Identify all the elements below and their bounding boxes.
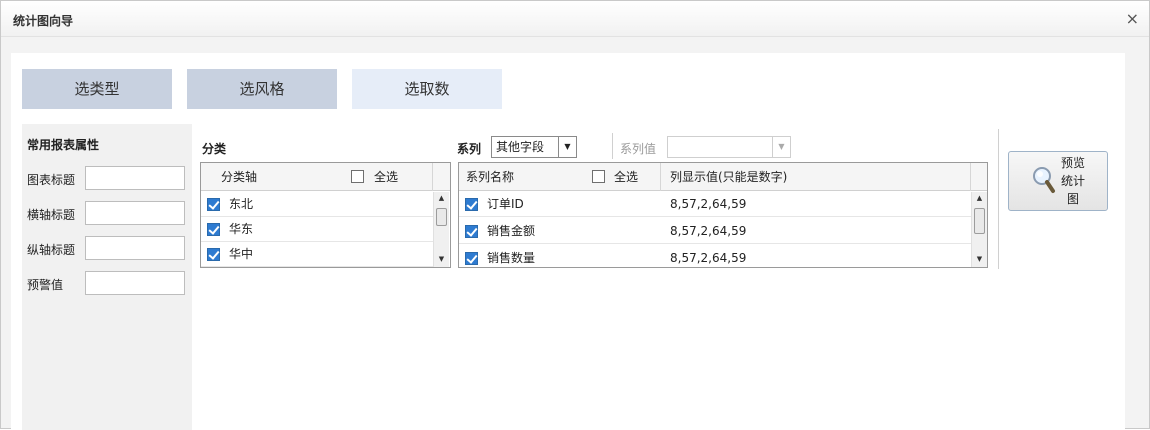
- wizard-content: 选类型 选风格 选取数 常用报表属性 图表标题 横轴标题 纵轴标题 预警值 分类…: [11, 53, 1125, 430]
- series-values: 8,57,2,64,59: [670, 251, 747, 265]
- row-checkbox[interactable]: [465, 198, 478, 211]
- category-name: 华东: [229, 222, 254, 236]
- y-axis-title-label: 纵轴标题: [27, 243, 76, 257]
- category-scrollbar[interactable]: ▲ ▼: [433, 192, 449, 267]
- series-value-select: ▼: [667, 136, 791, 158]
- scroll-up-icon[interactable]: ▲: [972, 192, 987, 204]
- scroll-down-icon[interactable]: ▼: [434, 253, 449, 265]
- magnifier-icon: [1031, 165, 1057, 195]
- category-header-cell: 分类轴 全选: [201, 163, 433, 191]
- step-select-type-button[interactable]: 选类型: [22, 69, 172, 109]
- row-checkbox[interactable]: [207, 198, 220, 211]
- warning-value-label: 预警值: [27, 278, 64, 292]
- preview-label-line2: 统计: [1060, 174, 1085, 188]
- preview-chart-button[interactable]: 预览 统计 图: [1008, 151, 1108, 211]
- warning-value-input[interactable]: [85, 271, 185, 295]
- chart-title-row: 图表标题: [27, 166, 187, 192]
- x-axis-title-row: 横轴标题: [27, 201, 187, 227]
- properties-heading: 常用报表属性: [27, 138, 100, 152]
- row-checkbox[interactable]: [465, 252, 478, 265]
- category-name: 华中: [229, 247, 254, 261]
- chart-title-label: 图表标题: [27, 173, 76, 187]
- chart-title-input[interactable]: [85, 166, 185, 190]
- x-axis-title-label: 横轴标题: [27, 208, 76, 222]
- series-name: 订单ID: [487, 197, 524, 211]
- series-value-label: 系列值: [620, 142, 657, 156]
- table-row[interactable]: 订单ID 8,57,2,64,59: [459, 192, 971, 217]
- y-axis-title-input[interactable]: [85, 236, 185, 260]
- report-properties-panel: 常用报表属性 图表标题 横轴标题 纵轴标题 预警值: [22, 124, 192, 430]
- row-checkbox[interactable]: [207, 248, 220, 261]
- category-name: 东北: [229, 197, 254, 211]
- title-bar: 统计图向导 ×: [1, 1, 1149, 37]
- row-checkbox[interactable]: [465, 225, 478, 238]
- table-row[interactable]: 销售金额 8,57,2,64,59: [459, 219, 971, 244]
- series-select-all-checkbox[interactable]: [592, 170, 605, 183]
- preview-button-label: 预览 统计 图: [1059, 154, 1087, 208]
- series-name: 销售数量: [487, 251, 536, 265]
- series-field-select-value: 其他字段: [496, 140, 545, 154]
- warning-value-row: 预警值: [27, 271, 187, 297]
- category-select-all-checkbox[interactable]: [351, 170, 364, 183]
- series-values-header: 列显示值(只能是数字): [670, 170, 788, 184]
- category-grid: 分类轴 全选 东北 华东 华中 ▲ ▼: [200, 162, 451, 268]
- list-item[interactable]: 华中: [201, 242, 433, 267]
- step-select-data-button[interactable]: 选取数: [352, 69, 502, 109]
- category-select-all-label: 全选: [374, 170, 399, 184]
- row-checkbox[interactable]: [207, 223, 220, 236]
- scroll-thumb[interactable]: [974, 208, 985, 234]
- scroll-up-icon[interactable]: ▲: [434, 192, 449, 204]
- table-row[interactable]: 销售数量 8,57,2,64,59: [459, 246, 971, 267]
- dialog-title: 统计图向导: [13, 14, 74, 28]
- list-item[interactable]: 华东: [201, 217, 433, 242]
- series-values-header-cell: 列显示值(只能是数字): [661, 163, 971, 191]
- x-axis-title-input[interactable]: [85, 201, 185, 225]
- step-select-style-button[interactable]: 选风格: [187, 69, 337, 109]
- scroll-down-icon[interactable]: ▼: [972, 253, 987, 265]
- divider: [612, 133, 613, 159]
- chevron-down-icon[interactable]: ▼: [558, 137, 576, 157]
- close-icon[interactable]: ×: [1126, 10, 1139, 28]
- preview-label-line1: 预览: [1060, 156, 1085, 170]
- y-axis-title-row: 纵轴标题: [27, 236, 187, 262]
- series-grid-header: 系列名称 全选 列显示值(只能是数字): [459, 163, 987, 191]
- category-grid-header: 分类轴 全选: [201, 163, 450, 191]
- series-field-select[interactable]: 其他字段 ▼: [491, 136, 577, 158]
- category-axis-header: 分类轴: [221, 170, 258, 184]
- series-label: 系列: [457, 142, 482, 156]
- category-label: 分类: [202, 142, 227, 156]
- series-scrollbar[interactable]: ▲ ▼: [971, 192, 987, 267]
- scroll-thumb[interactable]: [436, 208, 447, 226]
- series-grid: 系列名称 全选 列显示值(只能是数字) 订单ID 8,57,2,64,59 销售…: [458, 162, 988, 268]
- series-select-all-label: 全选: [614, 170, 639, 184]
- series-name-header: 系列名称: [466, 170, 515, 184]
- chart-wizard-dialog: 统计图向导 × 选类型 选风格 选取数 常用报表属性 图表标题 横轴标题 纵轴标…: [0, 0, 1150, 430]
- chevron-down-icon: ▼: [772, 137, 790, 157]
- series-values: 8,57,2,64,59: [670, 197, 747, 211]
- list-item[interactable]: 东北: [201, 192, 433, 217]
- divider: [998, 129, 999, 269]
- series-name: 销售金额: [487, 224, 536, 238]
- preview-label-line3: 图: [1066, 192, 1079, 206]
- series-values: 8,57,2,64,59: [670, 224, 747, 238]
- series-name-header-cell: 系列名称 全选: [459, 163, 661, 191]
